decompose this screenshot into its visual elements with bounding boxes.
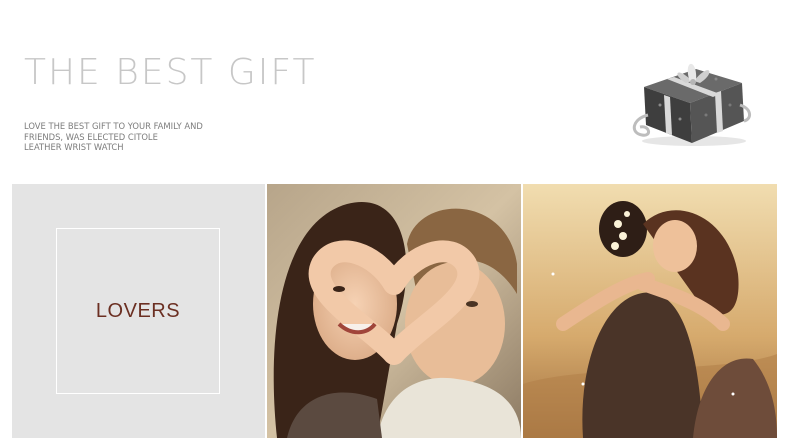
- subtitle-line: LOVE THE BEST GIFT TO YOUR FAMILY AND: [24, 121, 203, 131]
- subtitle: LOVE THE BEST GIFT TO YOUR FAMILY AND FR…: [24, 121, 234, 153]
- subtitle-line: FRIENDS, WAS ELECTED CITOLE: [24, 131, 158, 142]
- lovers-label: LOVERS: [95, 299, 181, 322]
- subtitle-line: LEATHER WRIST WATCH: [24, 142, 124, 152]
- couple-heart-hands-photo: [267, 184, 521, 438]
- page-title: THE BEST GIFT: [24, 52, 317, 93]
- lovers-frame: LOVERS: [56, 228, 220, 394]
- couple-embrace-photo: [523, 184, 777, 438]
- gift-box-icon: [626, 55, 756, 150]
- lovers-panel[interactable]: LOVERS: [12, 184, 265, 438]
